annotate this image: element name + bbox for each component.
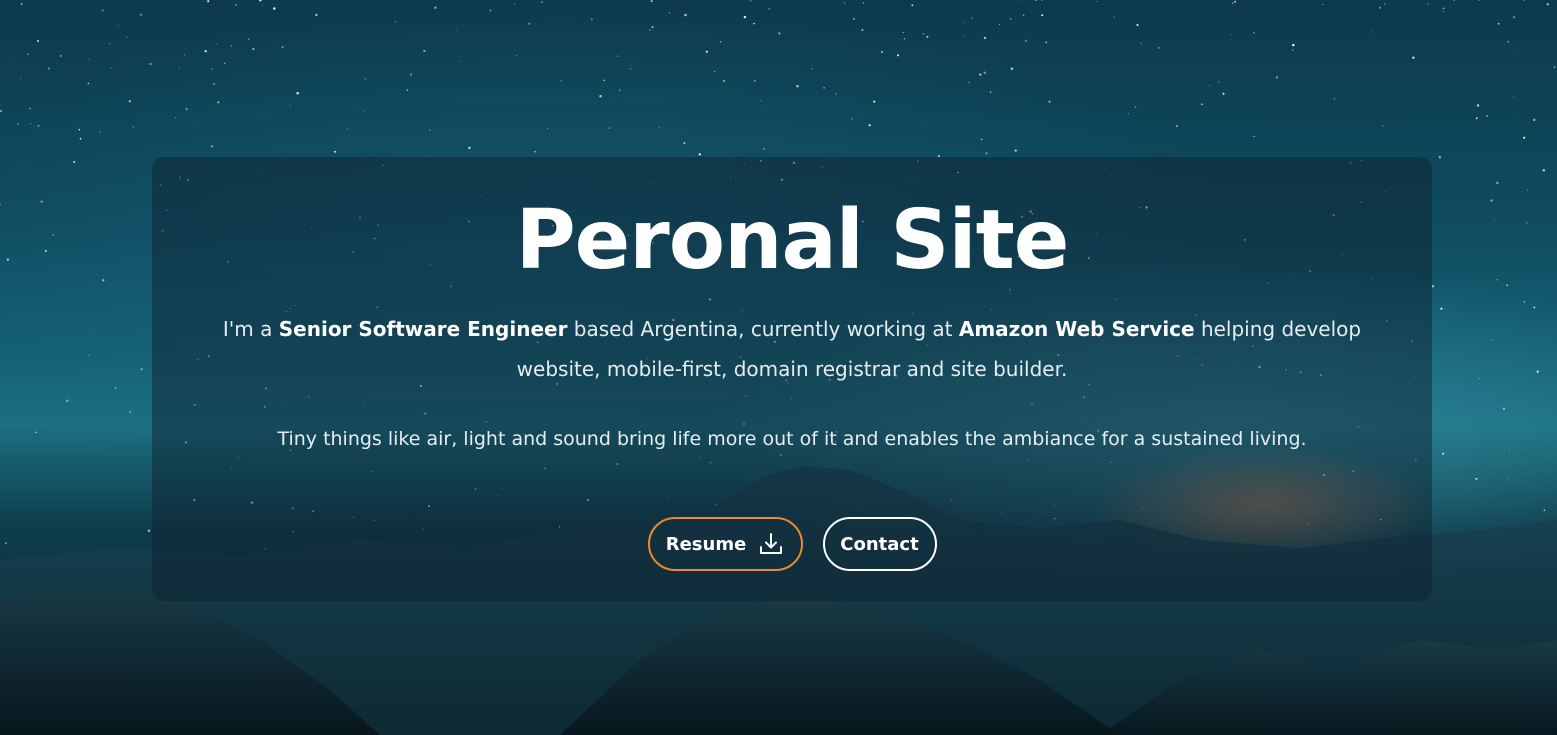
intro-card: Peronal Site I'm a Senior Software Engin… bbox=[152, 157, 1432, 601]
intro-prefix: I'm a bbox=[222, 317, 279, 341]
intro-middle: based Argentina, currently working at bbox=[567, 317, 959, 341]
contact-button[interactable]: Contact bbox=[822, 517, 937, 571]
action-buttons: Resume Contact bbox=[152, 517, 1432, 573]
resume-button[interactable]: Resume bbox=[647, 517, 803, 571]
hero-section: Peronal Site I'm a Senior Software Engin… bbox=[0, 0, 1557, 735]
intro-text: I'm a Senior Software Engineer based Arg… bbox=[192, 309, 1392, 389]
page-title: Peronal Site bbox=[515, 193, 1070, 288]
download-icon bbox=[758, 531, 784, 557]
tagline-text: Tiny things like air, light and sound br… bbox=[277, 428, 1307, 450]
resume-button-label: Resume bbox=[665, 533, 747, 555]
role-highlight: Senior Software Engineer bbox=[278, 317, 568, 341]
company-highlight: Amazon Web Service bbox=[958, 317, 1195, 341]
